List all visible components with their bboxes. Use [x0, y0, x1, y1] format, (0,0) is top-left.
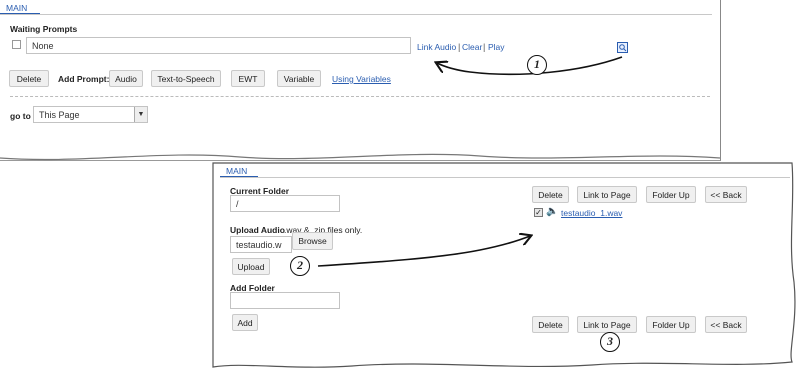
- annotation-2: 2: [290, 256, 310, 276]
- annotation-3: 3: [600, 332, 620, 352]
- arrow-2: [317, 236, 530, 267]
- annotation-arrows: [317, 56, 623, 267]
- annotation-1: 1: [527, 55, 547, 75]
